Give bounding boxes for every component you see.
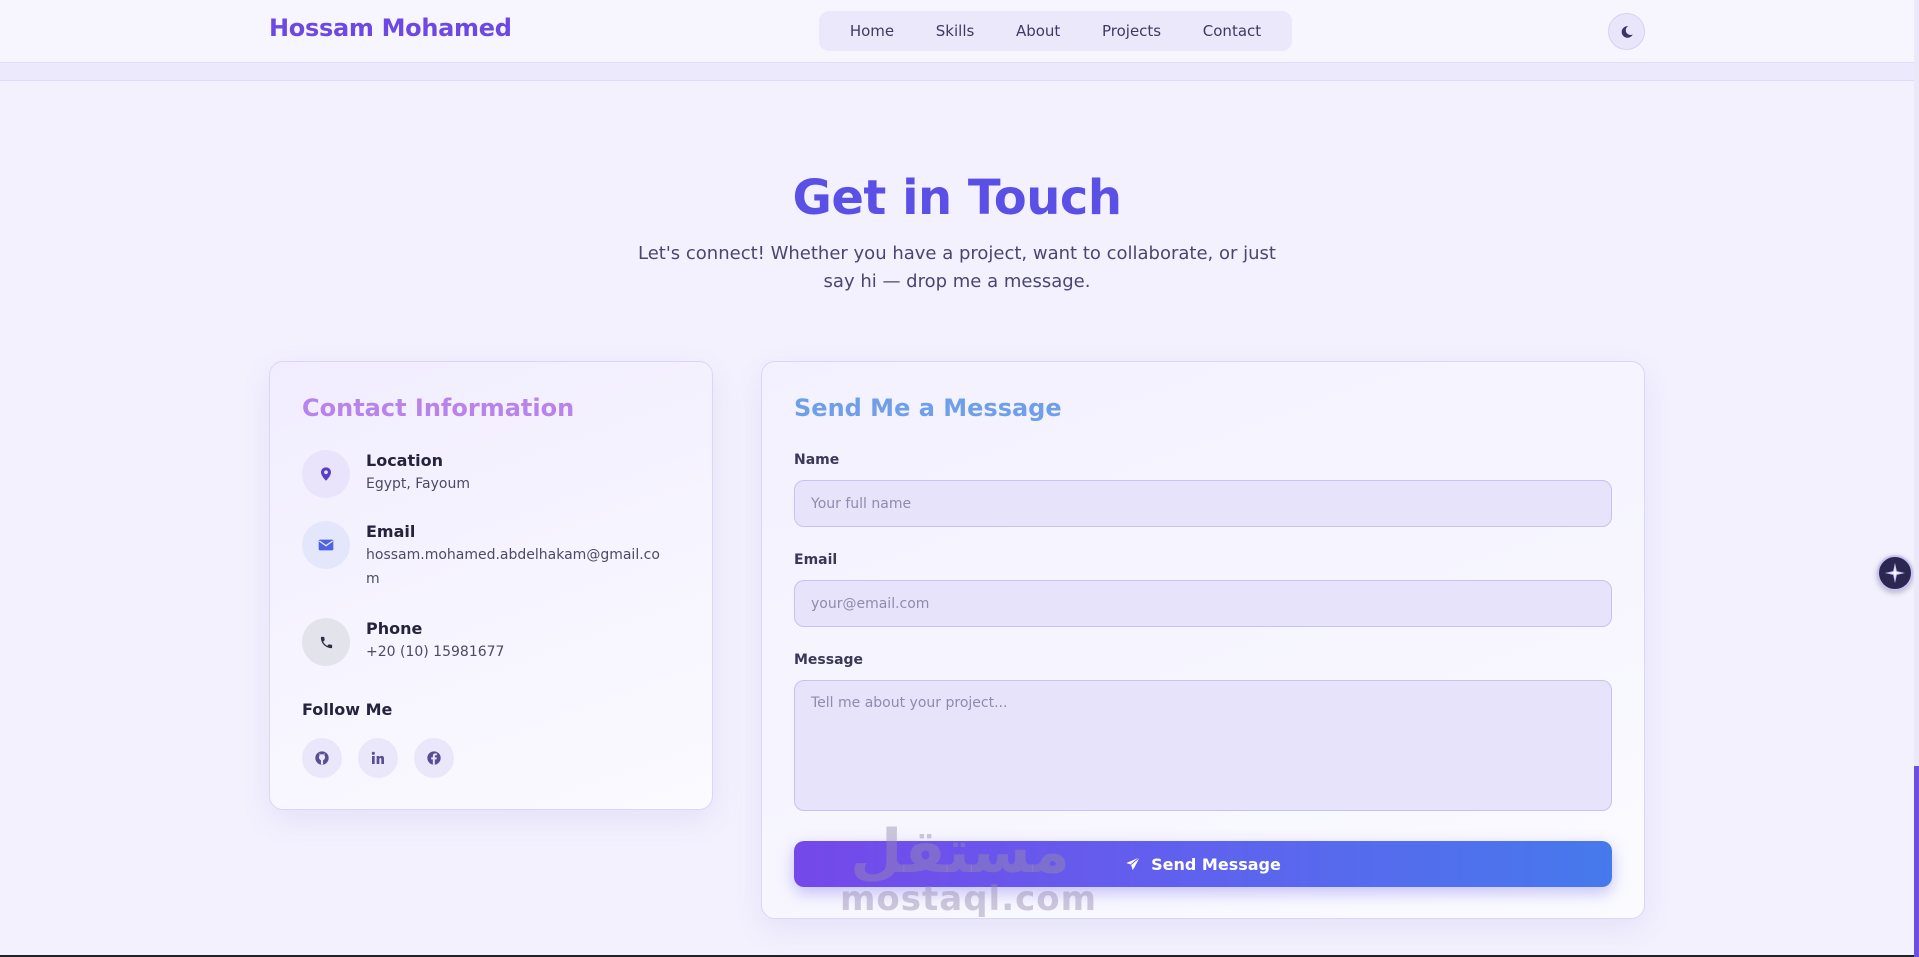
site-header: Hossam Mohamed Home Skills About Project… [0, 0, 1914, 63]
location-label: Location [366, 451, 443, 470]
nav-item-contact[interactable]: Contact [1193, 16, 1271, 46]
email-field-label: Email [794, 552, 838, 568]
send-message-label: Send Message [1151, 854, 1281, 874]
moon-icon [1621, 25, 1633, 38]
envelope-icon [302, 521, 350, 569]
paper-plane-icon [1126, 856, 1141, 870]
linkedin-link[interactable] [358, 738, 398, 778]
main-nav: Home Skills About Projects Contact [819, 11, 1292, 51]
email-input[interactable] [794, 580, 1612, 627]
message-textarea[interactable] [794, 680, 1612, 811]
linkedin-icon [371, 751, 384, 764]
nav-item-home[interactable]: Home [840, 16, 904, 46]
contact-email-row: Email hossam.mohamed.abdelhakam@gmail.co… [302, 521, 666, 591]
header-band [0, 63, 1914, 81]
email-label: Email [366, 522, 416, 541]
scrollbar-thumb[interactable] [1914, 766, 1919, 957]
facebook-link[interactable] [414, 738, 454, 778]
theme-toggle-button[interactable] [1608, 13, 1645, 50]
contact-phone-row: Phone +20 (10) 15981677 [302, 618, 666, 666]
location-pin-icon [302, 450, 350, 498]
email-value[interactable]: hossam.mohamed.abdelhakam@gmail.com [366, 543, 666, 591]
contact-info-card: Contact Information Location Egypt, Fayo… [269, 361, 713, 810]
contact-info-title: Contact Information [302, 394, 575, 422]
message-form-card: Send Me a Message Name Email Message Sen… [761, 361, 1645, 919]
message-form-title: Send Me a Message [794, 394, 1062, 422]
nav-item-about[interactable]: About [1006, 16, 1070, 46]
contact-location-row: Location Egypt, Fayoum [302, 450, 666, 498]
page-title: Get in Touch [792, 170, 1122, 226]
phone-icon [302, 618, 350, 666]
phone-label: Phone [366, 619, 423, 638]
page: Hossam Mohamed Home Skills About Project… [0, 0, 1919, 957]
message-label: Message [794, 652, 864, 668]
nav-item-skills[interactable]: Skills [926, 16, 985, 46]
brand-logo[interactable]: Hossam Mohamed [269, 14, 512, 42]
floating-assistant-button[interactable] [1877, 555, 1913, 591]
nav-item-projects[interactable]: Projects [1092, 16, 1171, 46]
sparkle-icon [1884, 562, 1906, 584]
follow-me-label: Follow Me [302, 700, 393, 719]
github-link[interactable] [302, 738, 342, 778]
location-value: Egypt, Fayoum [366, 476, 471, 492]
name-label: Name [794, 452, 840, 468]
name-input[interactable] [794, 480, 1612, 527]
github-icon [315, 751, 329, 765]
facebook-icon [427, 751, 441, 765]
send-message-button[interactable]: Send Message [794, 841, 1612, 887]
social-links [302, 738, 454, 778]
page-subtitle: Let's connect! Whether you have a projec… [638, 243, 1276, 292]
phone-value[interactable]: +20 (10) 15981677 [366, 640, 666, 664]
